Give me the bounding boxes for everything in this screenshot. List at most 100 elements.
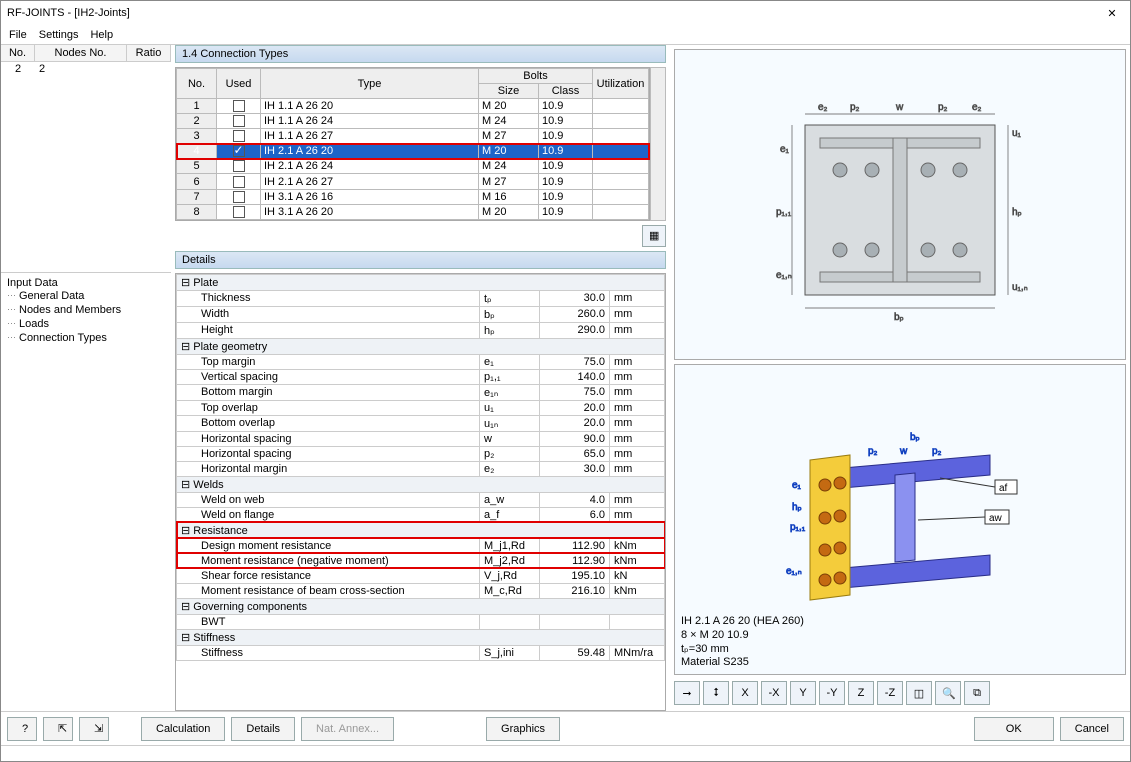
- svg-text:u₁: u₁: [1012, 128, 1022, 139]
- tree-nodes-members[interactable]: Nodes and Members: [7, 303, 165, 317]
- nat-annex-button: Nat. Annex...: [301, 717, 394, 741]
- details-row[interactable]: Horizontal spacingp₂65.0mm: [177, 446, 665, 461]
- svg-text:bₚ: bₚ: [894, 312, 904, 323]
- details-row[interactable]: Bottom margine₁ₙ75.0mm: [177, 384, 665, 400]
- import-icon[interactable]: ⇱: [43, 717, 73, 741]
- tree-loads[interactable]: Loads: [7, 317, 165, 331]
- view-icon-9[interactable]: 🔍: [935, 681, 961, 705]
- view-icon-4[interactable]: Y: [790, 681, 816, 705]
- view-icon-0[interactable]: ⭢: [674, 681, 700, 705]
- details-row[interactable]: ⊟ Welds: [177, 476, 665, 492]
- tree-general-data[interactable]: General Data: [7, 289, 165, 303]
- details-row[interactable]: Horizontal margine₂30.0mm: [177, 461, 665, 476]
- grid-options-icon[interactable]: ▦: [642, 225, 666, 247]
- view-icon-7[interactable]: -Z: [877, 681, 903, 705]
- details-row[interactable]: Top overlapu₁20.0mm: [177, 400, 665, 415]
- preview-caption: IH 2.1 A 26 20 (HEA 260) 8 × M 20 10.9 t…: [681, 615, 804, 670]
- details-row[interactable]: Bottom overlapu₁ₙ20.0mm: [177, 415, 665, 431]
- svg-text:bₚ: bₚ: [910, 432, 920, 443]
- table-row[interactable]: 2IH 1.1 A 26 24M 2410.9: [177, 114, 649, 129]
- view-icon-3[interactable]: -X: [761, 681, 787, 705]
- table-row[interactable]: 7IH 3.1 A 26 16M 1610.9: [177, 189, 649, 204]
- svg-text:e₁: e₁: [792, 480, 802, 491]
- svg-text:p₂: p₂: [932, 446, 942, 457]
- details-row[interactable]: Top margine₁75.0mm: [177, 354, 665, 369]
- view-icon-2[interactable]: X: [732, 681, 758, 705]
- details-row[interactable]: Heighthₚ290.0mm: [177, 322, 665, 338]
- details-row[interactable]: Moment resistance of beam cross-sectionM…: [177, 583, 665, 598]
- details-row[interactable]: Widthbₚ260.0mm: [177, 306, 665, 322]
- calculation-button[interactable]: Calculation: [141, 717, 225, 741]
- svg-text:hₚ: hₚ: [792, 502, 802, 513]
- details-row[interactable]: ⊟ Plate: [177, 274, 665, 290]
- graphics-button[interactable]: Graphics: [486, 717, 560, 741]
- details-row[interactable]: ⊟ Stiffness: [177, 629, 665, 645]
- used-checkbox[interactable]: [233, 176, 245, 188]
- view-icon-8[interactable]: ◫: [906, 681, 932, 705]
- view-icon-1[interactable]: ⭥: [703, 681, 729, 705]
- svg-text:p₁,₁: p₁,₁: [776, 207, 792, 218]
- window-title: RF-JOINTS - [IH2-Joints]: [7, 7, 1100, 19]
- view-icon-10[interactable]: ⧉: [964, 681, 990, 705]
- details-button[interactable]: Details: [231, 717, 295, 741]
- ok-button[interactable]: OK: [974, 717, 1054, 741]
- used-checkbox[interactable]: [233, 206, 245, 218]
- left-col-nodes: Nodes No.: [35, 45, 127, 61]
- details-row[interactable]: BWT: [177, 614, 665, 629]
- help-icon[interactable]: ?: [7, 717, 37, 741]
- details-row[interactable]: StiffnessS_j,ini59.48MNm/ra: [177, 645, 665, 660]
- details-row[interactable]: Vertical spacingp₁,₁140.0mm: [177, 369, 665, 384]
- svg-text:w: w: [895, 102, 904, 113]
- used-checkbox[interactable]: [233, 191, 245, 203]
- table-row[interactable]: 4IH 2.1 A 26 20M 2010.9: [177, 144, 649, 159]
- grid-scrollbar[interactable]: [650, 67, 666, 221]
- view-icon-6[interactable]: Z: [848, 681, 874, 705]
- svg-text:aw: aw: [989, 513, 1003, 524]
- details-grid[interactable]: ⊟ PlateThicknesstₚ30.0mmWidthbₚ260.0mmHe…: [175, 273, 666, 711]
- menu-settings[interactable]: Settings: [39, 29, 79, 41]
- used-checkbox[interactable]: [233, 160, 245, 172]
- svg-text:e₂: e₂: [818, 102, 828, 113]
- details-row[interactable]: Design moment resistanceM_j1,Rd112.90kNm: [177, 538, 665, 553]
- svg-text:p₂: p₂: [938, 102, 948, 113]
- used-checkbox[interactable]: [233, 100, 245, 112]
- details-row[interactable]: Moment resistance (negative moment)M_j2,…: [177, 553, 665, 568]
- details-row[interactable]: ⊟ Resistance: [177, 522, 665, 538]
- left-col-ratio: Ratio: [127, 45, 171, 61]
- used-checkbox[interactable]: [233, 115, 245, 127]
- svg-text:u₁,ₙ: u₁,ₙ: [1012, 282, 1028, 293]
- left-row[interactable]: 2 2: [1, 62, 171, 76]
- details-row[interactable]: Thicknesstₚ30.0mm: [177, 290, 665, 306]
- input-tree: Input Data General Data Nodes and Member…: [1, 272, 171, 711]
- tree-header: Input Data: [7, 277, 165, 289]
- details-row[interactable]: Shear force resistanceV_j,Rd195.10kN: [177, 568, 665, 583]
- left-col-no: No.: [1, 45, 35, 61]
- table-row[interactable]: 1IH 1.1 A 26 20M 2010.9: [177, 99, 649, 114]
- used-checkbox[interactable]: [233, 145, 245, 157]
- details-row[interactable]: Horizontal spacingw90.0mm: [177, 431, 665, 446]
- diagram-panel-3d: bₚ p₂ w p₂ e₁ p₁,₁ e₁,ₙ hₚ af aw: [674, 364, 1126, 675]
- export-icon[interactable]: ⇲: [79, 717, 109, 741]
- table-row[interactable]: 3IH 1.1 A 26 27M 2710.9: [177, 129, 649, 144]
- table-row[interactable]: 5IH 2.1 A 26 24M 2410.9: [177, 159, 649, 174]
- view-icon-5[interactable]: -Y: [819, 681, 845, 705]
- center-title: 1.4 Connection Types: [175, 45, 666, 63]
- svg-text:e₁: e₁: [780, 144, 790, 155]
- menu-file[interactable]: File: [9, 29, 27, 41]
- tree-connection-types[interactable]: Connection Types: [7, 331, 165, 345]
- used-checkbox[interactable]: [233, 130, 245, 142]
- close-icon[interactable]: ✕: [1100, 7, 1124, 20]
- cancel-button[interactable]: Cancel: [1060, 717, 1124, 741]
- menu-help[interactable]: Help: [90, 29, 113, 41]
- view-toolbar: ⭢⭥X-XY-YZ-Z◫🔍⧉: [674, 679, 1126, 707]
- details-row[interactable]: ⊟ Governing components: [177, 598, 665, 614]
- details-row[interactable]: Weld on weba_w4.0mm: [177, 492, 665, 507]
- table-row[interactable]: 8IH 3.1 A 26 20M 2010.9: [177, 204, 649, 219]
- connection-grid[interactable]: No. Used Type Bolts Utilization Size Cla…: [175, 67, 650, 221]
- details-row[interactable]: Weld on flangea_f6.0mm: [177, 507, 665, 522]
- svg-text:p₂: p₂: [850, 102, 860, 113]
- details-row[interactable]: ⊟ Plate geometry: [177, 338, 665, 354]
- details-title: Details: [175, 251, 666, 269]
- menubar: File Settings Help: [1, 25, 1130, 45]
- table-row[interactable]: 6IH 2.1 A 26 27M 2710.9: [177, 174, 649, 189]
